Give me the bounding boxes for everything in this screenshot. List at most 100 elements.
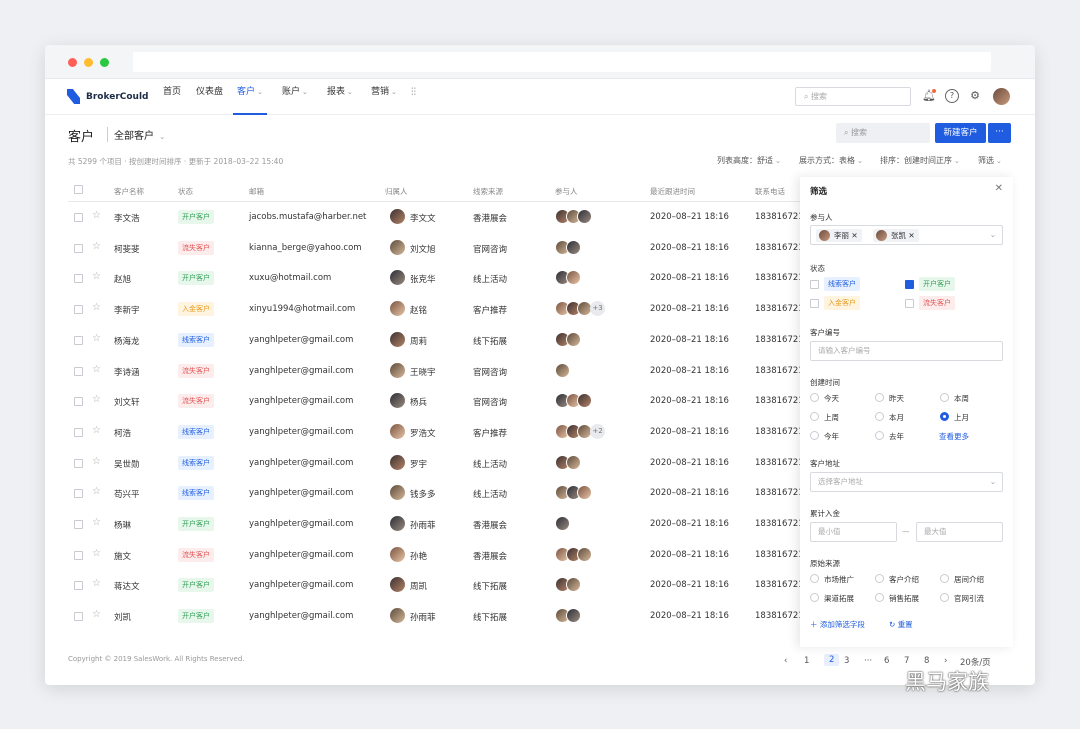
participant-avatar[interactable] — [566, 239, 581, 255]
row-checkbox[interactable] — [74, 612, 83, 622]
customer-name[interactable]: 杨海龙 — [114, 335, 140, 347]
customer-name[interactable]: 施文 — [114, 550, 131, 562]
bell-icon[interactable]: 🔔︎ — [922, 89, 936, 103]
origin-radio[interactable] — [875, 593, 884, 602]
col-participants[interactable]: 参与人 — [555, 186, 578, 197]
customer-name[interactable]: 李诗涵 — [114, 366, 140, 378]
origin-radio[interactable] — [810, 574, 819, 583]
origin-radio[interactable] — [875, 574, 884, 583]
row-checkbox[interactable] — [74, 274, 83, 284]
density-option[interactable]: 列表高度：舒适 ⌄ — [717, 155, 781, 166]
table-row[interactable]: ☆ 苟兴平 线索客户 yanghlpeter@gmail.com 钱多多 线上活… — [68, 478, 815, 508]
page-button[interactable]: 8 — [924, 656, 929, 666]
created-radio[interactable] — [875, 431, 884, 440]
table-row[interactable]: ☆ 李文浩 开户客户 jacobs.mustafa@harber.net 李文文… — [68, 202, 815, 232]
table-row[interactable]: ☆ 蒋达文 开户客户 yanghlpeter@gmail.com 周凯 线下拓展… — [68, 570, 815, 600]
nav-item-accounts[interactable]: 账户 ⌄ — [282, 79, 308, 115]
table-row[interactable]: ☆ 杨海龙 线索客户 yanghlpeter@gmail.com 周莉 线下拓展… — [68, 325, 815, 355]
participant-avatar[interactable] — [566, 454, 581, 470]
participant-avatar[interactable] — [577, 546, 592, 562]
col-last-followup[interactable]: 最近跟进时间 — [650, 186, 695, 197]
reset-button[interactable]: ↻ 重置 — [889, 619, 913, 630]
nav-item-customers[interactable]: 客户 ⌄ — [233, 79, 267, 115]
star-icon[interactable]: ☆ — [92, 241, 101, 252]
row-checkbox[interactable] — [74, 458, 83, 468]
customer-name[interactable]: 苟兴平 — [114, 488, 140, 500]
customer-name[interactable]: 李新宇 — [114, 304, 140, 316]
star-icon[interactable]: ☆ — [92, 364, 101, 375]
maximize-dot[interactable] — [100, 58, 109, 67]
filter-toggle[interactable]: 筛选 ⌄ — [978, 155, 1002, 166]
row-checkbox[interactable] — [74, 366, 83, 376]
col-owner[interactable]: 归属人 — [385, 186, 408, 197]
created-radio[interactable] — [875, 412, 884, 421]
table-row[interactable]: ☆ 施文 流失客户 yanghlpeter@gmail.com 孙艳 香港展会 … — [68, 540, 815, 570]
help-icon[interactable]: ? — [945, 89, 959, 103]
customer-name[interactable]: 蒋达文 — [114, 580, 140, 592]
star-icon[interactable]: ☆ — [92, 548, 101, 559]
new-customer-button[interactable]: 新建客户 — [935, 123, 986, 143]
gear-icon[interactable]: ⚙ — [968, 89, 982, 103]
table-row[interactable]: ☆ 杨琳 开户客户 yanghlpeter@gmail.com 孙雨菲 香港展会… — [68, 509, 815, 539]
table-row[interactable]: ☆ 吴世勋 线索客户 yanghlpeter@gmail.com 罗宇 线上活动… — [68, 448, 815, 478]
prev-page-button[interactable]: ‹ — [784, 656, 787, 666]
origin-radio[interactable] — [940, 593, 949, 602]
participant-avatar[interactable] — [577, 485, 592, 501]
row-checkbox[interactable] — [74, 305, 83, 315]
table-row[interactable]: ☆ 李新宇 入金客户 xinyu1994@hotmail.com 赵铭 客户推荐… — [68, 294, 815, 324]
star-icon[interactable]: ☆ — [92, 517, 101, 528]
customer-search-input[interactable]: ⌕ 搜索 — [836, 123, 930, 143]
page-button[interactable]: 7 — [904, 656, 909, 666]
row-checkbox[interactable] — [74, 489, 83, 499]
select-all-checkbox[interactable] — [74, 185, 83, 194]
deposit-max-input[interactable]: 最大值 — [916, 522, 1003, 542]
table-row[interactable]: ☆ 李诗涵 流失客户 yanghlpeter@gmail.com 王晓宇 官网咨… — [68, 356, 815, 386]
star-icon[interactable]: ☆ — [92, 425, 101, 436]
display-option[interactable]: 展示方式：表格 ⌄ — [799, 155, 863, 166]
table-row[interactable]: ☆ 柯斐斐 流失客户 kianna_berge@yahoo.com 刘文旭 官网… — [68, 233, 815, 263]
participants-select[interactable]: 李丽 ✕ 张凯 ✕ ⌄ — [810, 225, 1003, 245]
created-radio[interactable] — [875, 393, 884, 402]
participant-avatar[interactable] — [566, 608, 581, 624]
col-source[interactable]: 线索来源 — [473, 186, 503, 197]
customer-name[interactable]: 赵旭 — [114, 273, 131, 285]
next-page-button[interactable]: › — [944, 656, 947, 666]
customer-name[interactable]: 杨琳 — [114, 519, 131, 531]
col-status[interactable]: 状态 — [178, 186, 193, 197]
nav-item-dashboard[interactable]: 仪表盘 — [196, 79, 223, 115]
created-radio[interactable] — [940, 412, 949, 421]
col-phone[interactable]: 联系电话 — [755, 186, 785, 197]
customer-name[interactable]: 刘文轩 — [114, 396, 140, 408]
customer-name[interactable]: 柯斐斐 — [114, 243, 140, 255]
status-checkbox[interactable] — [905, 299, 914, 308]
see-more-link[interactable]: 查看更多 — [939, 431, 969, 442]
participant-chip[interactable]: 李丽 ✕ — [816, 229, 862, 242]
participant-avatar[interactable] — [577, 209, 592, 224]
star-icon[interactable]: ☆ — [92, 578, 101, 589]
nav-item-reports[interactable]: 报表 ⌄ — [327, 79, 353, 115]
add-filter-field-button[interactable]: ＋ 添加筛选字段 — [810, 619, 865, 630]
star-icon[interactable]: ☆ — [92, 609, 101, 620]
status-checkbox[interactable] — [810, 299, 819, 308]
global-search-input[interactable]: ⌕ 搜索 — [795, 87, 911, 106]
more-actions-button[interactable]: ··· — [988, 123, 1011, 143]
nav-item-marketing[interactable]: 营销 ⌄ — [371, 79, 397, 115]
participant-avatar[interactable] — [555, 362, 570, 378]
row-checkbox[interactable] — [74, 397, 83, 407]
col-email[interactable]: 邮箱 — [249, 186, 264, 197]
origin-radio[interactable] — [810, 593, 819, 602]
row-checkbox[interactable] — [74, 243, 83, 253]
customer-name[interactable]: 李文浩 — [114, 212, 140, 224]
more-participants-badge[interactable]: +3 — [590, 301, 605, 317]
created-radio[interactable] — [810, 412, 819, 421]
participant-chip[interactable]: 张凯 ✕ — [873, 229, 919, 242]
page-button[interactable]: 6 — [884, 656, 889, 666]
table-row[interactable]: ☆ 刘凯 开户客户 yanghlpeter@gmail.com 孙雨菲 线下拓展… — [68, 601, 815, 631]
star-icon[interactable]: ☆ — [92, 486, 101, 497]
user-avatar[interactable] — [993, 88, 1010, 105]
created-radio[interactable] — [810, 393, 819, 402]
origin-radio[interactable] — [940, 574, 949, 583]
address-select[interactable]: 选择客户地址 ⌄ — [810, 472, 1003, 492]
deposit-min-input[interactable]: 最小值 — [810, 522, 897, 542]
page-button[interactable]: 1 — [804, 656, 809, 666]
